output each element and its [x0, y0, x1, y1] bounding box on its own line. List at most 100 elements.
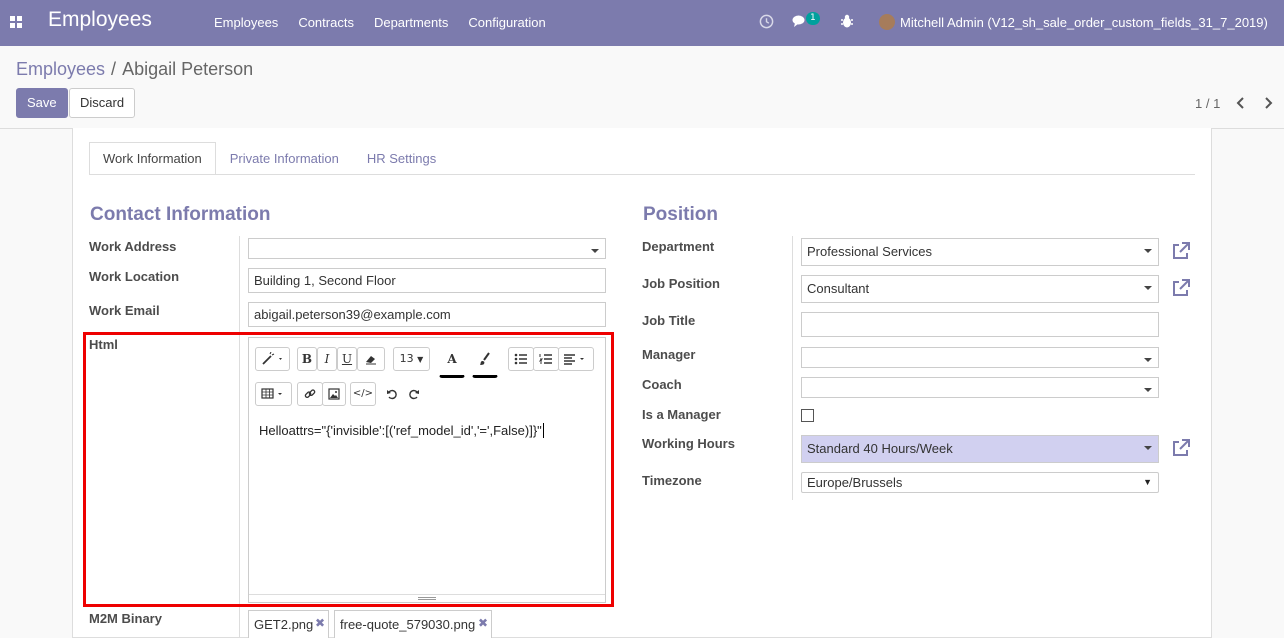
timezone-label: Timezone [642, 473, 702, 488]
breadcrumb-current: Abigail Peterson [122, 59, 254, 79]
manager-select[interactable] [801, 347, 1159, 368]
italic-button[interactable]: I [317, 347, 337, 371]
text-cursor [542, 423, 544, 438]
chevron-down-icon: ▼ [1143, 477, 1152, 487]
unordered-list-button[interactable] [508, 347, 534, 371]
font-color-button[interactable]: A [439, 347, 465, 378]
pager-next-icon[interactable] [1258, 92, 1278, 114]
job-position-select[interactable]: Consultant [801, 275, 1159, 303]
remove-attachment-icon[interactable]: ✖ [315, 609, 325, 637]
activity-clock-icon[interactable] [759, 14, 774, 29]
style-dropdown-button[interactable] [255, 347, 290, 371]
main-menu: Employees Contracts Departments Configur… [214, 15, 546, 30]
department-label: Department [642, 239, 715, 254]
clear-format-button[interactable] [357, 347, 385, 371]
breadcrumb-parent[interactable]: Employees [16, 59, 105, 79]
menu-item-configuration[interactable]: Configuration [468, 15, 545, 30]
external-link-icon[interactable] [1170, 240, 1192, 262]
tab-hr-settings[interactable]: HR Settings [353, 142, 450, 175]
html-editor[interactable]: B I U 13 ▼ A </> Helloattrs="{'invisible… [248, 337, 606, 603]
attachment-item[interactable]: GET2.png ✖ [248, 610, 329, 638]
letter-a-icon: A [447, 352, 457, 366]
menu-item-departments[interactable]: Departments [374, 15, 448, 30]
notebook-tabs: Work Information Private Information HR … [89, 142, 450, 175]
working-hours-label: Working Hours [642, 436, 735, 451]
undo-button[interactable] [382, 382, 402, 406]
magic-wand-icon [261, 351, 282, 365]
debug-bug-icon[interactable] [840, 14, 854, 29]
pager-value[interactable]: 1 / 1 [1195, 96, 1220, 111]
position-section-title: Position [643, 204, 718, 225]
menu-item-contracts[interactable]: Contracts [298, 15, 354, 30]
paint-brush-icon [480, 352, 490, 365]
bold-button[interactable]: B [297, 347, 317, 371]
attachment-name: GET2.png [254, 617, 314, 632]
editor-toolbar: B I U 13 ▼ A </> [249, 338, 605, 406]
job-position-label: Job Position [642, 276, 720, 291]
ordered-list-button[interactable] [533, 347, 559, 371]
code-view-button[interactable]: </> [350, 382, 376, 406]
work-email-label: Work Email [89, 303, 160, 318]
user-menu[interactable]: Mitchell Admin (V12_sh_sale_order_custom… [900, 15, 1268, 30]
apps-grid-icon[interactable] [10, 16, 23, 29]
contact-section-title: Contact Information [90, 204, 271, 225]
chevron-down-icon: ▼ [417, 355, 424, 364]
remove-attachment-icon[interactable]: ✖ [478, 609, 488, 637]
chat-count-badge: 1 [806, 12, 820, 25]
work-email-input[interactable]: abigail.peterson39@example.com [248, 302, 606, 327]
table-dropdown-button[interactable] [255, 382, 292, 406]
redo-button[interactable] [404, 382, 424, 406]
background-color-button[interactable] [472, 347, 498, 378]
department-select[interactable]: Professional Services [801, 238, 1159, 266]
insert-image-button[interactable] [322, 382, 346, 406]
is-manager-label: Is a Manager [642, 407, 721, 422]
tab-private-information[interactable]: Private Information [216, 142, 353, 175]
link-icon [304, 389, 316, 399]
timezone-select[interactable]: Europe/Brussels ▼ [801, 472, 1159, 493]
working-hours-select[interactable]: Standard 40 Hours/Week [801, 435, 1159, 463]
eraser-icon [366, 356, 376, 365]
m2m-binary-label: M2M Binary [89, 611, 162, 626]
editor-content[interactable]: Helloattrs="{'invisible':[('ref_model_id… [259, 423, 544, 438]
timezone-value: Europe/Brussels [807, 475, 903, 490]
align-left-icon [564, 354, 584, 365]
manager-label: Manager [642, 347, 696, 362]
work-location-input[interactable]: Building 1, Second Floor [248, 268, 606, 293]
discard-button[interactable]: Discard [69, 88, 136, 118]
coach-select[interactable] [801, 377, 1159, 398]
attachment-name: free-quote_579030.png [340, 617, 476, 632]
tab-divider [89, 174, 1195, 175]
job-title-input[interactable] [801, 312, 1159, 337]
is-manager-checkbox[interactable] [801, 409, 814, 422]
font-size-value: 13 [399, 352, 414, 365]
editor-resize-handle[interactable] [249, 594, 605, 602]
pager-previous-icon[interactable] [1231, 92, 1251, 114]
save-button[interactable]: Save [16, 88, 68, 118]
menu-item-employees[interactable]: Employees [214, 15, 278, 30]
insert-link-button[interactable] [297, 382, 323, 406]
work-location-label: Work Location [89, 269, 180, 284]
app-title: Employees [48, 8, 152, 31]
table-icon [260, 388, 282, 399]
external-link-icon[interactable] [1170, 437, 1192, 459]
paragraph-align-dropdown[interactable] [558, 347, 594, 371]
editor-text: Helloattrs="{'invisible':[('ref_model_id… [259, 423, 542, 438]
tab-work-information[interactable]: Work Information [89, 142, 216, 175]
attachment-item[interactable]: free-quote_579030.png ✖ [334, 610, 492, 638]
html-label: Html [89, 337, 118, 352]
breadcrumb-separator: / [111, 59, 117, 79]
top-navbar: Employees Employees Contracts Department… [0, 0, 1284, 46]
user-avatar[interactable] [879, 14, 895, 30]
undo-icon [387, 389, 397, 400]
right-column-divider [792, 236, 793, 500]
underline-button[interactable]: U [337, 347, 357, 371]
code-icon: </> [352, 388, 374, 399]
redo-icon [409, 389, 419, 400]
font-size-dropdown[interactable]: 13 ▼ [393, 347, 430, 371]
job-title-label: Job Title [642, 313, 696, 328]
breadcrumb: Employees / Abigail Peterson [16, 59, 253, 80]
work-address-select[interactable] [248, 238, 606, 259]
coach-label: Coach [642, 377, 682, 392]
work-address-label: Work Address [89, 239, 177, 254]
external-link-icon[interactable] [1170, 277, 1192, 299]
